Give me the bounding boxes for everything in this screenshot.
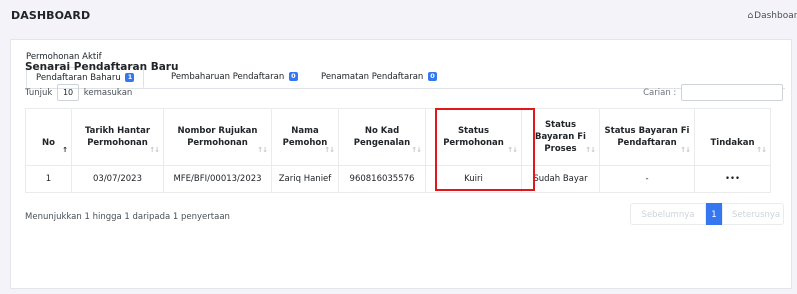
count-badge: 1: [125, 73, 135, 82]
page-length-select[interactable]: 10: [57, 84, 80, 101]
cell-application-status: Kuiri: [425, 165, 522, 193]
cell-reference: MFE/BFI/00013/2023: [163, 165, 272, 193]
cell-no: 1: [25, 165, 72, 193]
column-header[interactable]: Status Permohonan ↑↓: [425, 108, 522, 166]
table-row: 1 03/07/2023 MFE/BFI/00013/2023 Zariq Ha…: [25, 165, 771, 193]
table-header-row: No ↑ Tarikh Hantar Permohonan ↑↓ Nombor Ru…: [25, 108, 771, 166]
column-header[interactable]: Tarikh Hantar Permohonan ↑↓: [71, 108, 164, 166]
search-label: Carian :: [643, 88, 677, 98]
applications-table: No ↑ Tarikh Hantar Permohonan ↑↓ Nombor Ru…: [25, 108, 771, 193]
sort-icon: ↑↓: [324, 146, 335, 154]
column-header[interactable]: Nombor Rujukan Permohonan ↑↓: [163, 108, 272, 166]
cell-process-fee-status: Sudah Bayar: [521, 165, 600, 193]
home-icon: ⌂: [747, 11, 754, 21]
sort-icon: ↑↓: [585, 146, 596, 154]
pagination: Sebelumnya 1 Seterusnya: [630, 203, 784, 225]
page-title: DASHBOARD: [11, 9, 91, 22]
tab-label: Pendaftaran Baharu: [36, 73, 121, 83]
column-header[interactable]: No Kad Pengenalan ↑↓: [338, 108, 426, 166]
tab-label: Penamatan Pendaftaran: [321, 72, 424, 82]
next-page-button[interactable]: Seterusnya: [722, 203, 784, 225]
page-length-control: Tunjuk 10 kemasukan: [25, 84, 132, 101]
page-button-current[interactable]: 1: [706, 203, 722, 225]
column-header[interactable]: Status Bayaran Fi Pendaftaran ↑↓: [599, 108, 695, 166]
tab-penamatan-pendaftaran[interactable]: Penamatan Pendaftaran 0: [312, 67, 446, 88]
breadcrumb[interactable]: ⌂Dashboard: [747, 11, 797, 21]
table-info: Menunjukkan 1 hingga 1 daripada 1 penyer…: [25, 212, 230, 222]
tab-pembaharuan-pendaftaran[interactable]: Pembaharuan Pendaftaran 0: [162, 67, 307, 88]
previous-page-button[interactable]: Sebelumnya: [630, 203, 706, 225]
sort-icon: ↑↓: [756, 146, 767, 154]
column-header[interactable]: No ↑: [25, 108, 72, 166]
column-header[interactable]: Tindakan ↑↓: [694, 108, 771, 166]
sort-icon: ↑↓: [411, 146, 422, 154]
length-prefix: Tunjuk: [25, 88, 53, 98]
cell-applicant: Zariq Hanief: [271, 165, 339, 193]
section-title: Senarai Pendaftaran Baru: [25, 61, 179, 73]
tab-label: Pembaharuan Pendaftaran: [171, 72, 285, 82]
actions-menu-button[interactable]: •••: [694, 165, 771, 193]
sort-icon: ↑↓: [149, 146, 160, 154]
top-bar: DASHBOARD ⌂Dashboard: [0, 0, 797, 34]
count-badge: 0: [428, 72, 437, 81]
search-control: Carian :: [643, 84, 783, 101]
sort-icon: ↑↓: [507, 146, 518, 154]
cell-date: 03/07/2023: [71, 165, 164, 193]
sort-icon: ↑↓: [257, 146, 268, 154]
column-header[interactable]: Nama Pemohon ↑↓: [271, 108, 339, 166]
sort-icon: ↑↓: [680, 146, 691, 154]
length-suffix: kemasukan: [83, 88, 133, 98]
breadcrumb-label: Dashboard: [754, 11, 797, 21]
sort-asc-icon: ↑: [62, 146, 68, 154]
cell-ic-number: 960816035576: [338, 165, 426, 193]
search-input[interactable]: [681, 84, 783, 101]
column-header[interactable]: Status Bayaran Fi Proses ↑↓: [521, 108, 600, 166]
cell-registration-fee-status: -: [599, 165, 695, 193]
count-badge: 0: [288, 72, 298, 81]
